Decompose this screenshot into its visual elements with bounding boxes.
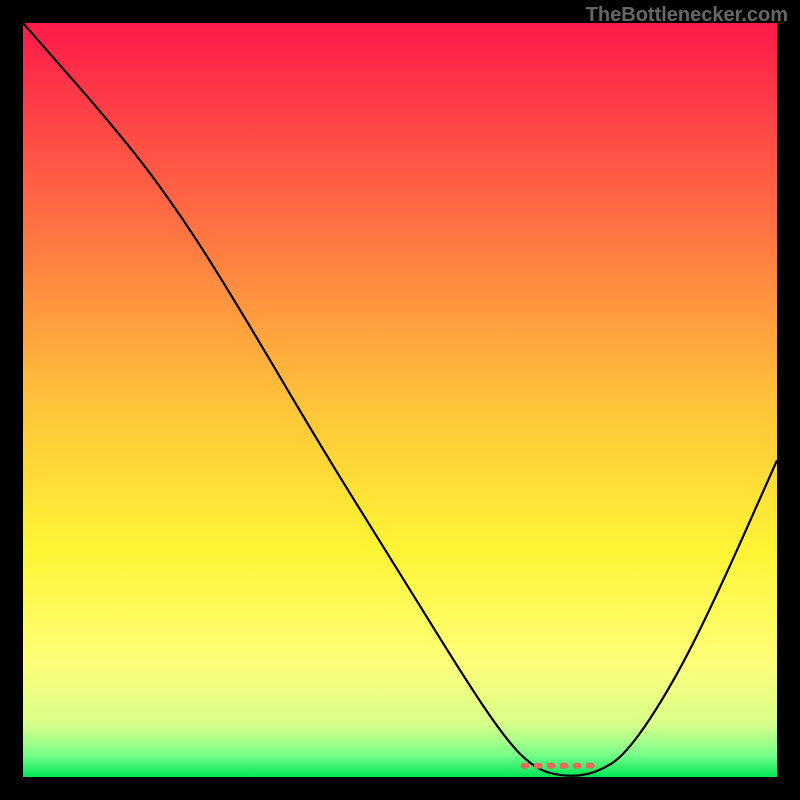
gradient-background (23, 23, 777, 777)
watermark-text: TheBottlenecker.com (586, 4, 788, 27)
chart-frame (23, 23, 777, 777)
chart-svg (23, 23, 777, 777)
